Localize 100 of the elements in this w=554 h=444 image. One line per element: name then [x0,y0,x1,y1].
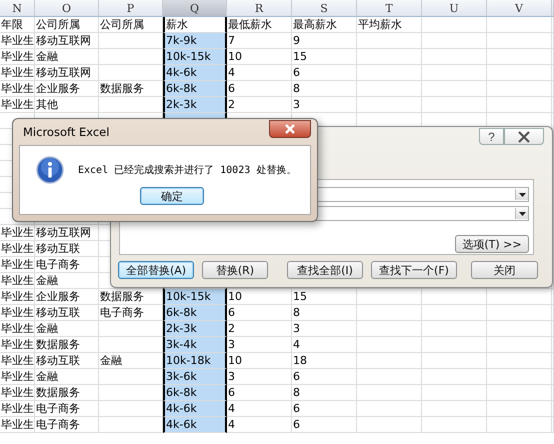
table-cell: 电子商务 [35,257,99,273]
table-cell [357,401,422,417]
table-cell: 移动互联网 [35,225,99,241]
options-button[interactable]: 选项(T) >> [455,235,529,253]
table-cell: 10k-15k [163,49,227,65]
table-cell [422,401,487,417]
table-cell [357,337,422,353]
table-cell [357,305,422,321]
table-cell [422,385,487,401]
close-icon [517,130,531,142]
table-cell: 毕业生 [0,321,35,337]
close-button[interactable] [269,120,311,138]
table-cell [422,33,487,49]
table-cell: 毕业生 [0,337,35,353]
dialog-button[interactable]: 关闭 [471,261,538,279]
column-header[interactable]: P [99,0,163,17]
window-title: Microsoft Excel [22,125,110,139]
table-cell [487,401,552,417]
table-cell: 6k-8k [163,385,227,401]
table-cell: 2 [227,97,292,113]
table-cell: 18 [292,353,357,369]
table-cell [357,81,422,97]
table-cell [357,33,422,49]
table-cell [487,337,552,353]
table-cell: 毕业生 [0,81,35,97]
table-cell [422,81,487,97]
table-cell [487,81,552,97]
table-cell: 4 [227,417,292,433]
table-cell: 平均薪水 [357,17,422,33]
table-cell: 毕业生 [0,305,35,321]
table-cell [422,353,487,369]
table-cell: 8 [292,385,357,401]
table-cell: 金融 [35,273,99,289]
table-cell: 7 [227,33,292,49]
table-cell: 10 [227,289,292,305]
column-header[interactable]: V [487,0,552,17]
table-cell: 6 [227,81,292,97]
table-cell: 4 [227,401,292,417]
table-cell: 毕业生 [0,273,35,289]
table-cell: 毕业生 [0,241,35,257]
table-cell: 电子商务 [35,401,99,417]
table-cell: 6 [227,305,292,321]
table-cell [357,289,422,305]
table-cell: 最高薪水 [292,17,357,33]
column-header[interactable]: T [357,0,422,17]
table-cell: 毕业生 [0,289,35,305]
table-cell: 毕业生 [0,401,35,417]
dialog-button[interactable]: 替换(R) [202,261,268,279]
close-button[interactable] [504,128,544,145]
table-cell [487,17,552,33]
table-cell [487,369,552,385]
table-cell: 3k-4k [163,337,227,353]
table-cell: 9 [292,33,357,49]
table-cell [422,65,487,81]
column-header[interactable]: Q [163,0,227,17]
table-cell: 6 [292,369,357,385]
table-cell: 6 [292,417,357,433]
table-cell: 2 [227,321,292,337]
column-header[interactable]: R [227,0,292,17]
table-cell [422,369,487,385]
table-cell [357,65,422,81]
table-cell [487,305,552,321]
column-header[interactable]: S [292,0,357,17]
table-cell [422,305,487,321]
table-cell: 15 [292,49,357,65]
table-cell: 毕业生 [0,353,35,369]
table-cell: 4 [292,337,357,353]
table-cell [357,417,422,433]
table-cell: 10k-15k [163,289,227,305]
dialog-button[interactable]: 全部替换(A) [118,261,194,279]
dialog-button[interactable]: 查找全部(I) [287,261,363,279]
table-cell: 3k-6k [163,369,227,385]
table-cell: 3 [227,369,292,385]
table-cell: 6 [292,65,357,81]
table-cell: 移动互联 [35,305,99,321]
column-header[interactable]: U [422,0,487,17]
table-cell [487,289,552,305]
table-cell: 毕业生 [0,417,35,433]
table-cell [422,289,487,305]
ok-button[interactable]: 确定 [140,187,204,205]
table-cell: 电子商务 [35,417,99,433]
table-cell: 6 [292,401,357,417]
column-header[interactable]: O [35,0,99,17]
table-cell: 公司所属 [35,17,99,33]
dialog-button[interactable]: 查找下一个(F) [371,261,457,279]
table-cell [357,369,422,385]
table-cell [422,321,487,337]
close-icon [284,124,296,134]
info-icon [36,156,64,184]
help-button[interactable]: ? [479,128,504,145]
table-cell: 6k-8k [163,305,227,321]
table-cell: 其他 [35,97,99,113]
table-cell: 2k-3k [163,97,227,113]
table-cell [357,353,422,369]
table-cell [357,385,422,401]
column-header[interactable]: N [0,0,35,17]
table-cell: 毕业生 [0,49,35,65]
table-cell: 8 [292,81,357,97]
table-cell [487,65,552,81]
table-cell: 最低薪水 [227,17,292,33]
